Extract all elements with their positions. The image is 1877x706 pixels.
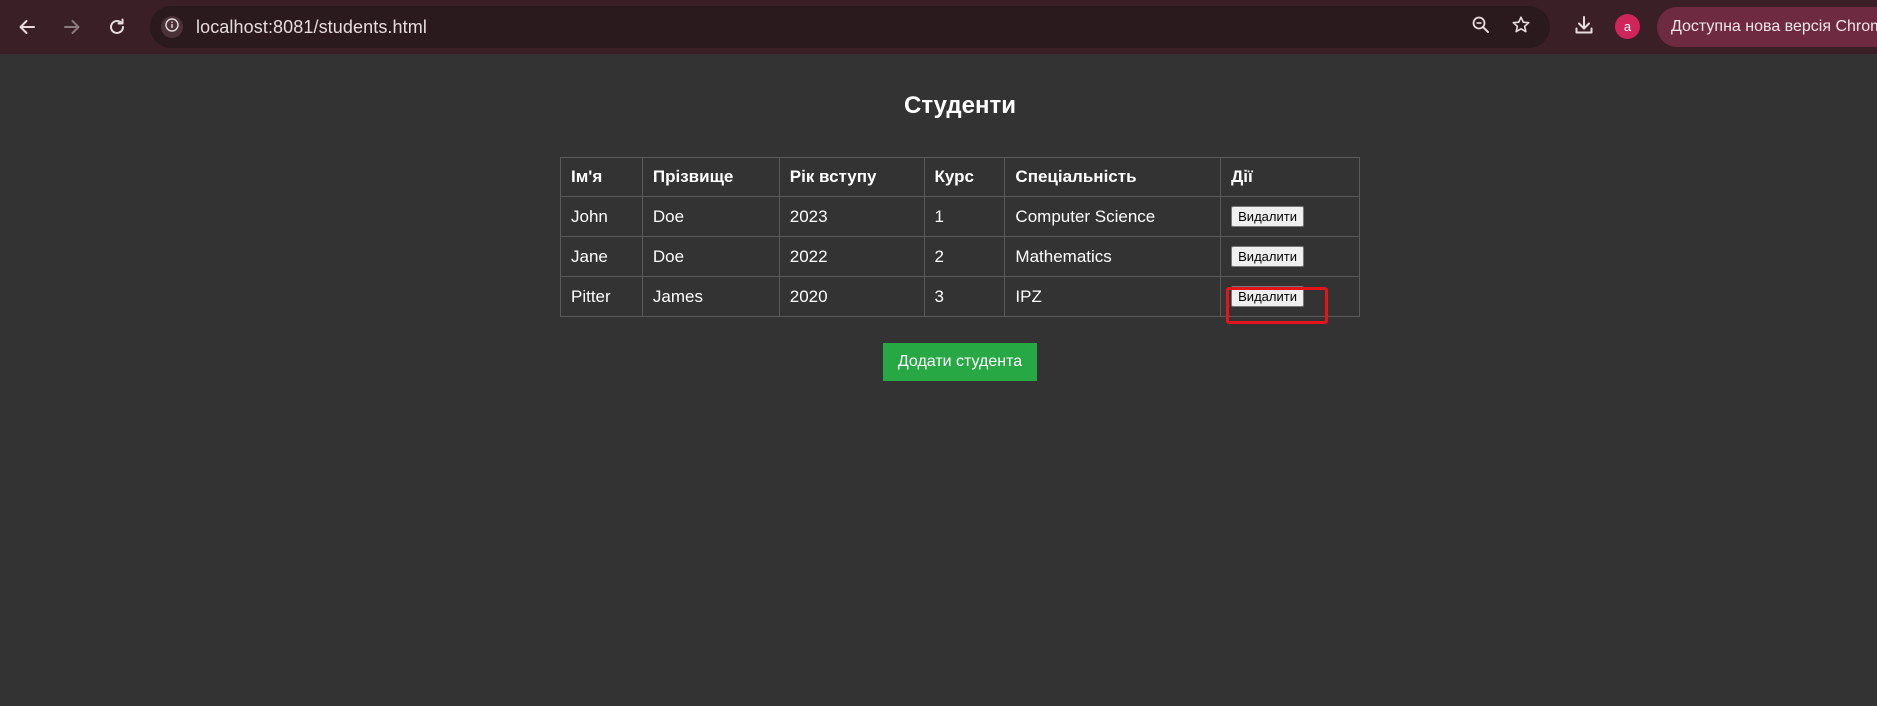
cell-actions: Видалити	[1220, 236, 1360, 277]
cell-last-name: James	[641, 276, 780, 317]
students-table: Ім'я Прізвище Рік вступу Курс Спеціальні…	[560, 157, 1360, 317]
cell-course: 3	[923, 276, 1006, 317]
url-text[interactable]: localhost:8081/students.html	[196, 17, 427, 38]
header-last-name: Прізвище	[641, 157, 780, 197]
cell-first-name: Jane	[560, 236, 643, 277]
cell-course: 1	[923, 196, 1006, 237]
cell-specialty: Mathematics	[1004, 236, 1222, 277]
cell-specialty: IPZ	[1004, 276, 1222, 317]
cell-enrollment-year: 2020	[778, 276, 925, 317]
cell-last-name: Doe	[641, 196, 780, 237]
header-specialty: Спеціальність	[1004, 157, 1222, 197]
address-bar[interactable]: localhost:8081/students.html	[150, 6, 1550, 48]
forward-button[interactable]	[53, 8, 91, 46]
cell-last-name: Doe	[641, 236, 780, 277]
delete-button[interactable]: Видалити	[1231, 246, 1304, 267]
table-row: Pitter James 2020 3 IPZ Видалити	[560, 276, 1360, 317]
cell-first-name: John	[560, 196, 643, 237]
page-title: Студенти	[903, 92, 1017, 119]
back-button[interactable]	[8, 8, 46, 46]
forward-arrow-icon	[62, 17, 82, 37]
cell-actions: Видалити	[1220, 276, 1360, 317]
add-student-button[interactable]: Додати студента	[883, 343, 1037, 381]
chrome-update-chip[interactable]: Доступна нова версія Chrome	[1657, 7, 1877, 47]
bookmark-button[interactable]	[1508, 14, 1534, 40]
info-icon	[165, 17, 179, 37]
header-first-name: Ім'я	[560, 157, 643, 197]
downloads-button[interactable]	[1570, 13, 1598, 41]
delete-button[interactable]: Видалити	[1231, 286, 1304, 307]
zoom-icon	[1471, 15, 1491, 40]
star-icon	[1511, 15, 1531, 40]
header-course: Курс	[923, 157, 1006, 197]
zoom-button[interactable]	[1468, 14, 1494, 40]
table-header-row: Ім'я Прізвище Рік вступу Курс Спеціальні…	[560, 157, 1360, 197]
header-enrollment-year: Рік вступу	[778, 157, 925, 197]
cell-enrollment-year: 2022	[778, 236, 925, 277]
table-row: Jane Doe 2022 2 Mathematics Видалити	[560, 236, 1360, 277]
profile-avatar[interactable]: a	[1615, 14, 1640, 39]
cell-enrollment-year: 2023	[778, 196, 925, 237]
download-icon	[1573, 14, 1595, 41]
cell-actions: Видалити	[1220, 196, 1360, 237]
table-row: John Doe 2023 1 Computer Science Видалит…	[560, 196, 1360, 237]
browser-toolbar: localhost:8081/students.html a Доступна …	[0, 0, 1877, 54]
delete-button[interactable]: Видалити	[1231, 206, 1304, 227]
cell-specialty: Computer Science	[1004, 196, 1222, 237]
header-actions: Дії	[1220, 157, 1360, 197]
reload-icon	[107, 17, 127, 37]
cell-first-name: Pitter	[560, 276, 643, 317]
reload-button[interactable]	[98, 8, 136, 46]
site-info-button[interactable]	[161, 16, 183, 38]
cell-course: 2	[923, 236, 1006, 277]
back-arrow-icon	[17, 17, 37, 37]
